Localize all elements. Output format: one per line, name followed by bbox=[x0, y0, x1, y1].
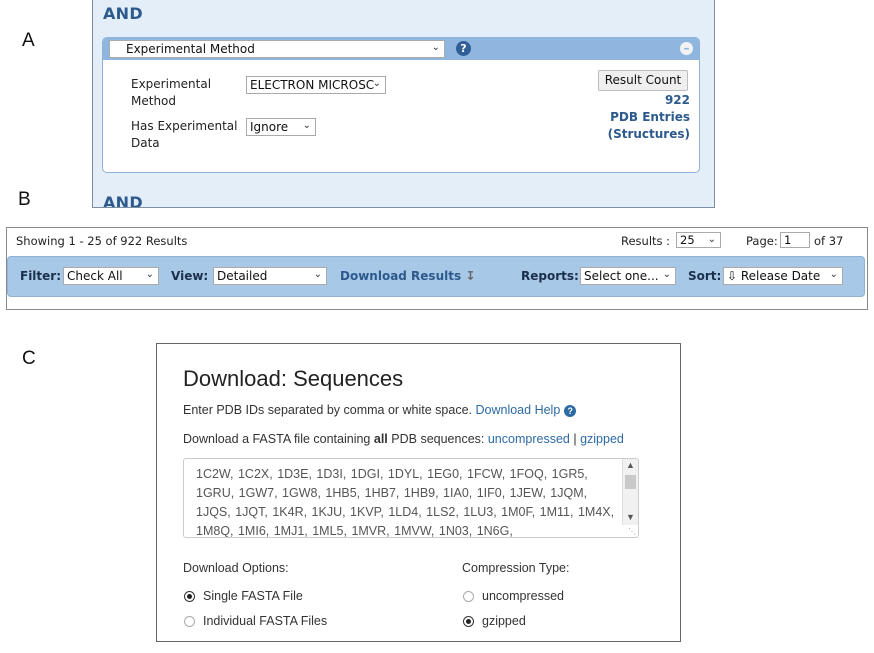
download-results-label: Download Results bbox=[340, 269, 462, 283]
gzipped-link[interactable]: gzipped bbox=[580, 432, 624, 446]
panel-label-a: A bbox=[22, 30, 35, 51]
filter-bar: Filter: Check All ⌄ View: Detailed ⌄ Dow… bbox=[7, 256, 865, 297]
individual-fasta-label[interactable]: Individual FASTA Files bbox=[203, 614, 327, 628]
download-sequences-panel: Download: Sequences Enter PDB IDs separa… bbox=[156, 343, 681, 642]
resize-grip-icon[interactable]: ⋱ bbox=[628, 527, 636, 536]
and-operator-label: AND bbox=[103, 193, 143, 208]
results-per-page-select[interactable]: 25 ⌄ bbox=[676, 232, 721, 248]
download-results-link[interactable]: Download Results ↧ bbox=[340, 269, 475, 283]
instructions-text: Enter PDB IDs separated by comma or whit… bbox=[183, 403, 473, 417]
sort-select-value: ⇩ Release Date bbox=[727, 269, 821, 283]
sort-label: Sort: bbox=[688, 269, 722, 283]
download-help-link[interactable]: Download Help bbox=[476, 403, 561, 417]
download-icon: ↧ bbox=[465, 269, 476, 283]
page-label: Page: bbox=[746, 234, 778, 248]
result-count-button[interactable]: Result Count bbox=[598, 70, 688, 91]
chevron-down-icon: ⌄ bbox=[372, 78, 381, 89]
view-select-value: Detailed bbox=[217, 269, 268, 283]
and-operator-label: AND bbox=[103, 4, 143, 23]
instructions-line: Enter PDB IDs separated by comma or whit… bbox=[183, 403, 577, 417]
page-count-text: of 37 bbox=[814, 234, 844, 248]
reports-select[interactable]: Select one... ⌄ bbox=[580, 267, 676, 285]
query-condition-box: Experimental Method ⌄ ? – Experimental M… bbox=[102, 37, 700, 173]
chevron-down-icon: ⌄ bbox=[707, 234, 716, 245]
filter-select[interactable]: Check All ⌄ bbox=[63, 267, 159, 285]
uncompressed-radio[interactable] bbox=[463, 591, 474, 602]
results-showing-text: Showing 1 - 25 of 922 Results bbox=[16, 234, 188, 248]
chevron-down-icon: ⌄ bbox=[829, 269, 838, 280]
scrollbar-thumb[interactable] bbox=[625, 475, 636, 489]
fasta-download-line: Download a FASTA file containing all PDB… bbox=[183, 432, 624, 446]
chevron-down-icon: ⌄ bbox=[313, 269, 322, 280]
chevron-down-icon: ⌄ bbox=[662, 269, 671, 280]
result-entries-link[interactable]: PDB Entries bbox=[610, 110, 690, 124]
has-data-label: Has Experimental Data bbox=[131, 119, 238, 150]
single-fasta-label[interactable]: Single FASTA File bbox=[203, 589, 303, 603]
chevron-down-icon: ⌄ bbox=[145, 269, 154, 280]
results-toolbar-panel: Showing 1 - 25 of 922 Results Results : … bbox=[6, 227, 868, 310]
fasta-bold-text: all bbox=[373, 432, 388, 446]
reports-label: Reports: bbox=[521, 269, 579, 283]
method-select[interactable]: ELECTRON MICROSC ⌄ bbox=[246, 76, 386, 94]
query-condition-header: Experimental Method ⌄ ? – bbox=[103, 38, 699, 60]
collapse-icon[interactable]: – bbox=[680, 42, 693, 55]
uncompressed-link[interactable]: uncompressed bbox=[488, 432, 570, 446]
textarea-scrollbar[interactable]: ▲ ▼ bbox=[622, 459, 638, 525]
help-icon[interactable]: ? bbox=[456, 41, 471, 56]
help-icon[interactable]: ? bbox=[564, 405, 577, 417]
view-select[interactable]: Detailed ⌄ bbox=[213, 267, 327, 285]
single-fasta-radio[interactable] bbox=[184, 591, 195, 602]
result-count-number: 922 bbox=[664, 93, 690, 107]
gzipped-label[interactable]: gzipped bbox=[482, 614, 526, 628]
filter-label: Filter: bbox=[20, 269, 62, 283]
pdb-ids-textarea[interactable]: 1C2W, 1C2X, 1D3E, 1D3I, 1DGI, 1DYL, 1EG0… bbox=[183, 458, 639, 538]
query-builder-panel: AND Experimental Method ⌄ ? – Experiment… bbox=[92, 0, 715, 208]
reports-select-value: Select one... bbox=[584, 269, 659, 283]
has-data-select[interactable]: Ignore ⌄ bbox=[246, 118, 316, 136]
result-structures-link[interactable]: (Structures) bbox=[608, 127, 690, 141]
results-per-page-value: 25 bbox=[680, 233, 695, 247]
filter-select-value: Check All bbox=[67, 269, 123, 283]
view-label: View: bbox=[171, 269, 209, 283]
sort-select[interactable]: ⇩ Release Date ⌄ bbox=[723, 267, 843, 285]
pdb-ids-text: 1C2W, 1C2X, 1D3E, 1D3I, 1DGI, 1DYL, 1EG0… bbox=[196, 467, 615, 538]
results-per-page-label: Results : bbox=[621, 234, 671, 248]
method-label: Experimental Method bbox=[131, 77, 212, 108]
page-title: Download: Sequences bbox=[183, 366, 404, 391]
query-field-select[interactable]: Experimental Method ⌄ bbox=[109, 40, 445, 58]
has-data-select-value: Ignore bbox=[250, 120, 289, 134]
gzipped-radio[interactable] bbox=[463, 616, 474, 627]
download-options-label: Download Options: bbox=[183, 561, 289, 575]
panel-label-c: C bbox=[22, 348, 36, 369]
chevron-down-icon: ⌄ bbox=[302, 120, 311, 131]
link-separator: | bbox=[573, 432, 577, 446]
individual-fasta-radio[interactable] bbox=[184, 616, 195, 627]
page-input[interactable]: 1 bbox=[780, 232, 810, 248]
uncompressed-label[interactable]: uncompressed bbox=[482, 589, 564, 603]
panel-label-b: B bbox=[18, 189, 31, 210]
scroll-down-icon[interactable]: ▼ bbox=[626, 512, 635, 522]
chevron-down-icon: ⌄ bbox=[431, 42, 440, 53]
fasta-prefix-text: Download a FASTA file containing bbox=[183, 432, 371, 446]
query-field-value: Experimental Method bbox=[126, 42, 255, 56]
method-select-value: ELECTRON MICROSC bbox=[250, 78, 375, 92]
compression-type-label: Compression Type: bbox=[462, 561, 570, 575]
scroll-up-icon[interactable]: ▲ bbox=[626, 460, 635, 470]
fasta-suffix-text: PDB sequences: bbox=[391, 432, 485, 446]
